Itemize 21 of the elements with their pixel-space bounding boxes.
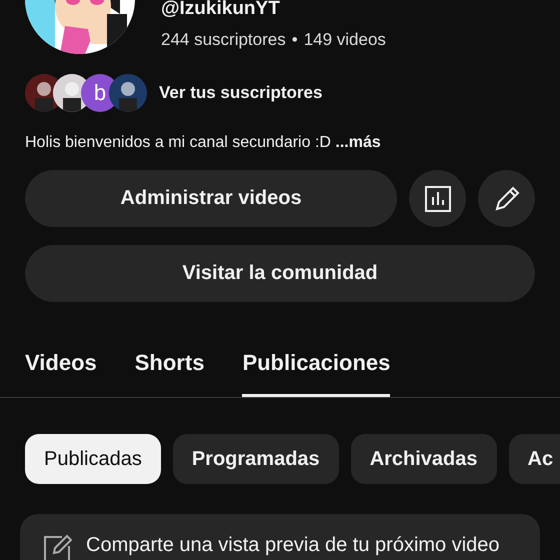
filter-chip[interactable]: Programadas (172, 434, 339, 484)
pencil-icon (492, 184, 520, 212)
filter-chip[interactable]: Ac (508, 434, 560, 484)
channel-stat: 149 videos (304, 30, 386, 50)
visit-community-button[interactable]: Visitar la comunidad (25, 245, 535, 302)
composer-prompt: Comparte una vista previa de tu próximo video (86, 534, 500, 557)
channel-description: Holis bienvenidos a mi canal secundario :D ...más (24, 133, 382, 152)
channel-tab[interactable]: Publicaciones (242, 350, 390, 397)
view-subscribers-link[interactable]: Ver tus suscriptores (159, 83, 322, 103)
bar-chart-icon (424, 184, 452, 212)
separator-dot: • (292, 30, 298, 50)
filter-chip[interactable]: Publicadas (25, 434, 161, 484)
channel-tab[interactable]: Shorts (134, 350, 204, 397)
channel-tab[interactable]: Videos (25, 350, 97, 397)
channel-handle: @IzukikunYT (161, 0, 281, 20)
post-composer-card[interactable]: Comparte una vista previa de tu próximo video (20, 514, 540, 560)
edit-icon (42, 534, 72, 560)
channel-stat: 244 suscriptores (161, 30, 286, 50)
manage-videos-button[interactable]: Administrar videos (25, 170, 397, 227)
filter-chip[interactable]: Archivadas (350, 434, 497, 484)
more-link[interactable]: ...más (335, 134, 381, 151)
